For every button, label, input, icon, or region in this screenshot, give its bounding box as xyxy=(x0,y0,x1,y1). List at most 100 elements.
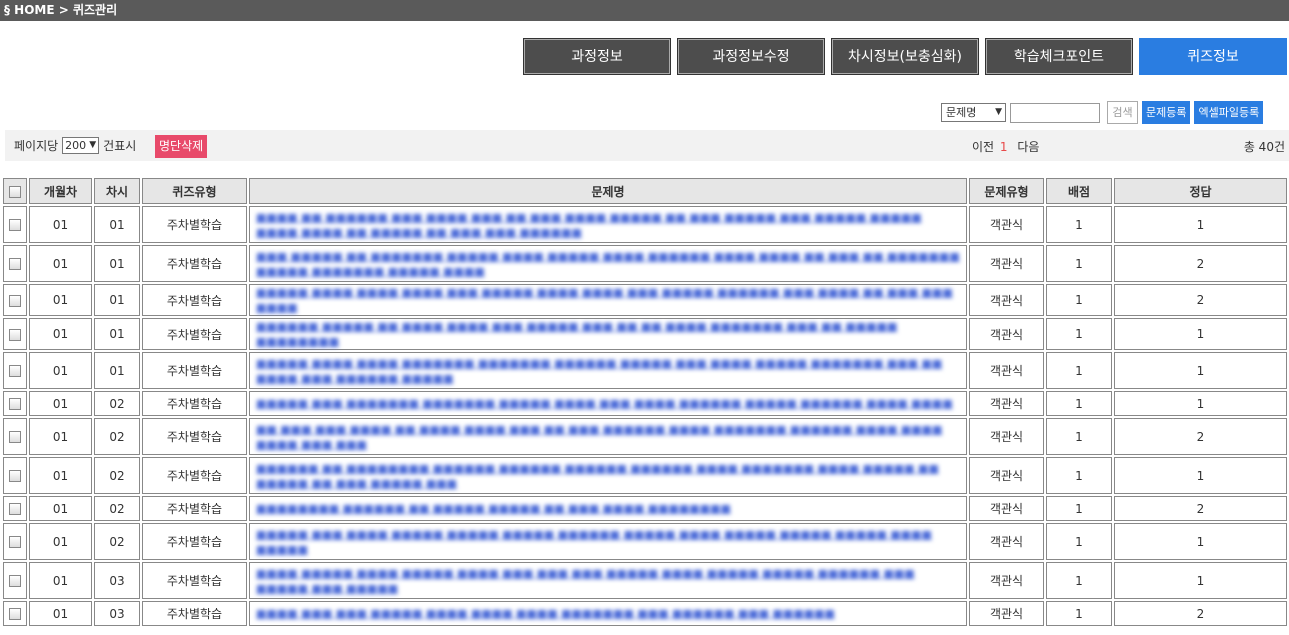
question-link[interactable]: ■■■■■ ■■■ ■■■■■■■ ■■■■■■■ ■■■■■ ■■■■ ■■■… xyxy=(250,396,966,411)
question-link[interactable]: ■■■■■■ ■■■■■ ■■ ■■■■ ■■■■ ■■■ ■■■■■ ■■■ … xyxy=(250,319,966,349)
question-link[interactable]: ■■■■■■■■ ■■■■■■ ■■ ■■■■■ ■■■■■ ■■ ■■■ ■■… xyxy=(250,501,966,516)
question-link[interactable]: ■■■ ■■■■■ ■■ ■■■■■■■ ■■■■■ ■■■■ ■■■■■ ■■… xyxy=(250,249,966,279)
quiz-table: 개월차 차시 퀴즈유형 문제명 문제유형 배점 정답 01 01 주차별학습 ■■■■… xyxy=(1,176,1289,628)
tab-course-edit[interactable]: 과정정보수정 xyxy=(677,38,825,75)
col-quiz-type[interactable]: 퀴즈유형 xyxy=(142,178,247,204)
cell-score: 1 xyxy=(1046,457,1112,494)
row-checkbox-cell xyxy=(3,457,27,494)
search-field-value: 문제명 xyxy=(946,106,977,119)
cell-session: 02 xyxy=(94,457,140,494)
cell-score: 1 xyxy=(1046,245,1112,282)
question-link[interactable]: ■■■■ ■■■ ■■■ ■■■■■ ■■■■ ■■■■ ■■■■ ■■■■■■… xyxy=(250,606,966,621)
table-row[interactable]: 01 03 주차별학습 ■■■■ ■■■ ■■■ ■■■■■ ■■■■ ■■■■ ■■… xyxy=(3,601,1287,626)
cell-quiz-type: 주차별학습 xyxy=(142,457,247,494)
delete-button[interactable]: 명단삭제 xyxy=(155,135,208,158)
select-all-checkbox[interactable] xyxy=(9,185,21,198)
col-question[interactable]: 문제명 xyxy=(249,178,967,204)
breadcrumb-text: § HOME > 퀴즈관리 xyxy=(4,3,118,17)
tab-course-info[interactable]: 과정정보 xyxy=(523,38,671,75)
col-score[interactable]: 배점 xyxy=(1046,178,1112,204)
perpage-control: 페이지당 200 ▼ 건표시 xyxy=(14,137,136,154)
cell-question-type: 객관식 xyxy=(969,206,1044,243)
table-row[interactable]: 01 01 주차별학습 ■■■■ ■■ ■■■■■■ ■■■ ■■■■ ■■■ ■■ … xyxy=(3,206,1287,243)
question-link[interactable]: ■■■■■ ■■■ ■■■■ ■■■■■ ■■■■■ ■■■■■ ■■■■■■ … xyxy=(250,527,966,557)
list-toolbar: 페이지당 200 ▼ 건표시 명단삭제 이전 1 다음 총 40건 xyxy=(5,130,1289,161)
perpage-value: 200 xyxy=(65,139,87,152)
table-row[interactable]: 01 01 주차별학습 ■■■ ■■■■■ ■■ ■■■■■■■ ■■■■■ ■■■■… xyxy=(3,245,1287,282)
table-row[interactable]: 01 01 주차별학습 ■■■■■ ■■■■ ■■■■ ■■■■■■■ ■■■■■■■… xyxy=(3,352,1287,389)
row-checkbox[interactable] xyxy=(9,536,21,548)
cell-question-type: 객관식 xyxy=(969,601,1044,626)
perpage-suffix: 건표시 xyxy=(103,139,137,153)
cell-answer: 2 xyxy=(1114,601,1287,626)
cell-question: ■■■■ ■■ ■■■■■■ ■■■ ■■■■ ■■■ ■■ ■■■ ■■■■ … xyxy=(249,206,967,243)
question-link[interactable]: ■■■■■ ■■■■ ■■■■ ■■■■■■■ ■■■■■■■ ■■■■■■ ■… xyxy=(250,356,966,386)
row-checkbox[interactable] xyxy=(9,219,21,231)
excel-upload-button[interactable]: 엑셀파일등록 xyxy=(1194,101,1264,124)
cell-session: 02 xyxy=(94,523,140,560)
cell-question: ■■■■■ ■■■ ■■■■ ■■■■■ ■■■■■ ■■■■■ ■■■■■■ … xyxy=(249,523,967,560)
cell-question-type: 객관식 xyxy=(969,523,1044,560)
row-checkbox-cell xyxy=(3,318,27,350)
row-checkbox[interactable] xyxy=(9,503,21,515)
tab-session-info[interactable]: 차시정보(보충심화) xyxy=(831,38,979,75)
row-checkbox[interactable] xyxy=(9,608,21,620)
register-question-button[interactable]: 문제등록 xyxy=(1142,101,1191,124)
cell-question-type: 객관식 xyxy=(969,284,1044,316)
next-link[interactable]: 다음 xyxy=(1017,140,1039,154)
cell-question-type: 객관식 xyxy=(969,457,1044,494)
table-row[interactable]: 01 01 주차별학습 ■■■■■ ■■■■ ■■■■ ■■■■ ■■■ ■■■■■ … xyxy=(3,284,1287,316)
table-row[interactable]: 01 02 주차별학습 ■■■■■ ■■■ ■■■■■■■ ■■■■■■■ ■■■■■… xyxy=(3,391,1287,416)
search-button[interactable]: 검색 xyxy=(1107,101,1138,124)
cell-quiz-type: 주차별학습 xyxy=(142,352,247,389)
cell-session: 01 xyxy=(94,206,140,243)
table-row[interactable]: 01 03 주차별학습 ■■■■ ■■■■■ ■■■■ ■■■■■ ■■■■ ■■■ … xyxy=(3,562,1287,599)
cell-question: ■■■■■■ ■■■■■ ■■ ■■■■ ■■■■ ■■■ ■■■■■ ■■■ … xyxy=(249,318,967,350)
col-answer[interactable]: 정답 xyxy=(1114,178,1287,204)
prev-link[interactable]: 이전 xyxy=(972,140,994,154)
row-checkbox-cell xyxy=(3,418,27,455)
col-month[interactable]: 개월차 xyxy=(29,178,92,204)
search-input[interactable] xyxy=(1010,102,1100,123)
question-link[interactable]: ■■■■ ■■ ■■■■■■ ■■■ ■■■■ ■■■ ■■ ■■■ ■■■■ … xyxy=(250,210,966,240)
cell-answer: 1 xyxy=(1114,523,1287,560)
row-checkbox[interactable] xyxy=(9,328,21,341)
cell-question: ■■■■■ ■■■■ ■■■■ ■■■■■■■ ■■■■■■■ ■■■■■■ ■… xyxy=(249,352,967,389)
cell-quiz-type: 주차별학습 xyxy=(142,245,247,282)
row-checkbox[interactable] xyxy=(9,365,21,377)
cell-answer: 1 xyxy=(1114,352,1287,389)
row-checkbox-cell xyxy=(3,245,27,282)
row-checkbox-cell xyxy=(3,352,27,389)
tab-quiz-info[interactable]: 퀴즈정보 xyxy=(1139,38,1287,75)
row-checkbox[interactable] xyxy=(9,431,21,443)
question-link[interactable]: ■■■■■ ■■■■ ■■■■ ■■■■ ■■■ ■■■■■ ■■■■ ■■■■… xyxy=(250,285,966,315)
tab-checkpoint[interactable]: 학습체크포인트 xyxy=(985,38,1133,75)
cell-quiz-type: 주차별학습 xyxy=(142,523,247,560)
row-checkbox[interactable] xyxy=(9,398,21,410)
col-session[interactable]: 차시 xyxy=(94,178,140,204)
cell-session: 02 xyxy=(94,496,140,521)
table-row[interactable]: 01 02 주차별학습 ■■■■■■■■ ■■■■■■ ■■ ■■■■■ ■■■■■ … xyxy=(3,496,1287,521)
table-row[interactable]: 01 01 주차별학습 ■■■■■■ ■■■■■ ■■ ■■■■ ■■■■ ■■■ ■… xyxy=(3,318,1287,350)
table-row[interactable]: 01 02 주차별학습 ■■ ■■■ ■■■ ■■■■ ■■ ■■■■ ■■■■ ■■… xyxy=(3,418,1287,455)
search-field-select[interactable]: 문제명 ▼ xyxy=(941,103,1006,122)
question-link[interactable]: ■■■■ ■■■■■ ■■■■ ■■■■■ ■■■■ ■■■ ■■■ ■■■ ■… xyxy=(250,566,966,596)
breadcrumb: § HOME > 퀴즈관리 xyxy=(0,0,1289,21)
row-checkbox[interactable] xyxy=(9,294,21,307)
row-checkbox[interactable] xyxy=(9,470,21,482)
table-row[interactable]: 01 02 주차별학습 ■■■■■ ■■■ ■■■■ ■■■■■ ■■■■■ ■■■■… xyxy=(3,523,1287,560)
cell-question: ■■■■ ■■■ ■■■ ■■■■■ ■■■■ ■■■■ ■■■■ ■■■■■■… xyxy=(249,601,967,626)
cell-month: 01 xyxy=(29,352,92,389)
current-page[interactable]: 1 xyxy=(1000,140,1008,154)
table-row[interactable]: 01 02 주차별학습 ■■■■■■ ■■ ■■■■■■■■ ■■■■■■ ■■■■■… xyxy=(3,457,1287,494)
col-question-type[interactable]: 문제유형 xyxy=(969,178,1044,204)
cell-month: 01 xyxy=(29,496,92,521)
row-checkbox-cell xyxy=(3,523,27,560)
perpage-select[interactable]: 200 ▼ xyxy=(62,137,100,154)
row-checkbox[interactable] xyxy=(9,258,21,270)
question-link[interactable]: ■■ ■■■ ■■■ ■■■■ ■■ ■■■■ ■■■■ ■■■ ■■ ■■■ … xyxy=(250,422,966,452)
row-checkbox[interactable] xyxy=(9,575,21,587)
row-checkbox-cell xyxy=(3,391,27,416)
cell-question: ■■■ ■■■■■ ■■ ■■■■■■■ ■■■■■ ■■■■ ■■■■■ ■■… xyxy=(249,245,967,282)
question-link[interactable]: ■■■■■■ ■■ ■■■■■■■■ ■■■■■■ ■■■■■■ ■■■■■■ … xyxy=(250,461,966,491)
